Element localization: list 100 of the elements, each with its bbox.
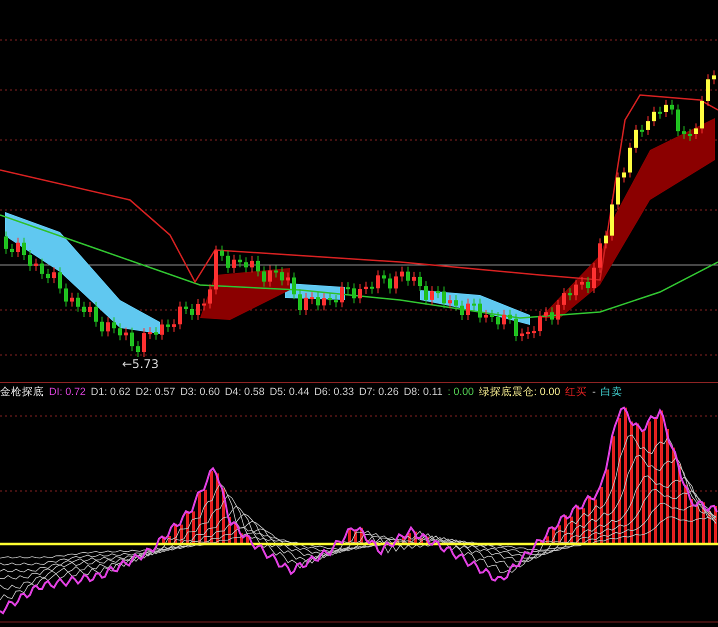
candlestick: [508, 309, 512, 324]
candlestick: [316, 292, 320, 311]
candlestick: [700, 95, 704, 134]
candlestick: [70, 292, 74, 308]
candlestick: [460, 300, 464, 321]
candlestick: [208, 284, 212, 310]
candlestick: [544, 306, 548, 322]
candlestick: [40, 258, 44, 280]
candlestick: [346, 282, 350, 295]
candlestick: [586, 276, 590, 294]
candlestick: [280, 266, 284, 286]
indicator-value: D2: 0.57: [135, 386, 176, 398]
candlestick: [664, 99, 668, 118]
candlestick: [184, 301, 188, 314]
candlestick: [550, 306, 554, 326]
candlestick: [448, 294, 452, 309]
candlestick: [436, 286, 440, 299]
candlestick: [52, 266, 56, 284]
candlestick: [202, 298, 206, 312]
indicator-value: 白卖: [600, 385, 623, 399]
candlestick: [406, 266, 410, 286]
candlestick: [388, 273, 392, 294]
candlestick: [424, 280, 428, 306]
candlestick: [646, 116, 650, 136]
candlestick: [478, 298, 482, 324]
candlestick: [574, 279, 578, 301]
indicator-value: D1: 0.62: [90, 386, 130, 398]
candlestick: [706, 74, 710, 106]
candlestick: [496, 312, 500, 330]
candlestick: [268, 265, 272, 288]
candlestick: [226, 250, 230, 274]
candlestick: [304, 292, 308, 316]
candlestick: [106, 316, 110, 337]
indicator-value: D4: 0.58: [224, 386, 265, 398]
candlestick: [58, 266, 62, 294]
candlestick: [556, 299, 560, 326]
candlestick: [148, 326, 152, 340]
candlestick: [124, 327, 128, 341]
candlestick: [484, 309, 488, 324]
candlestick: [526, 326, 530, 340]
candlestick: [154, 326, 158, 340]
candlestick: [400, 266, 404, 282]
candlestick: [292, 272, 296, 300]
candlestick: [238, 254, 242, 268]
candlestick: [4, 231, 8, 254]
indicator-value: : 0.00: [448, 386, 474, 398]
candlestick: [538, 310, 542, 337]
candlestick: [10, 243, 14, 258]
candlestick: [604, 230, 608, 249]
candlestick: [592, 262, 596, 294]
low-price-label: ←5.73: [122, 357, 159, 371]
candlestick: [358, 284, 362, 304]
candlestick: [262, 266, 266, 288]
candlestick: [640, 124, 644, 138]
candlestick: [568, 288, 572, 301]
candlestick: [328, 292, 332, 306]
candlestick: [16, 237, 20, 258]
candlestick: [514, 313, 518, 342]
candlestick: [418, 271, 422, 292]
candlestick: [334, 294, 338, 308]
candlestick: [580, 276, 584, 290]
candlestick: [172, 318, 176, 332]
candlestick: [394, 270, 398, 294]
candlestick: [682, 126, 686, 140]
candlestick: [256, 255, 260, 277]
candlestick: [250, 255, 254, 273]
candlestick: [352, 282, 356, 304]
candlestick: [628, 142, 632, 178]
candlestick: [130, 327, 134, 352]
candlestick: [658, 106, 662, 120]
candlestick: [532, 326, 536, 339]
candlestick: [382, 270, 386, 284]
candlestick: [442, 286, 446, 309]
candlestick: [466, 298, 470, 321]
candlestick: [676, 104, 680, 137]
candlestick: [634, 124, 638, 154]
indicator-value: DI: 0.72: [49, 386, 86, 398]
candlestick: [190, 303, 194, 320]
candlestick: [166, 318, 170, 332]
candlestick: [100, 316, 104, 337]
candlestick: [562, 288, 566, 310]
candlestick: [88, 301, 92, 318]
candlestick: [622, 166, 626, 183]
indicator-value: 红买: [565, 385, 588, 399]
candlestick: [220, 245, 224, 262]
candlestick: [214, 245, 218, 295]
candlestick: [112, 316, 116, 334]
candlestick: [274, 265, 278, 278]
candlestick: [232, 254, 236, 274]
candlestick: [178, 301, 182, 330]
candlestick: [520, 328, 524, 342]
candlestick: [502, 309, 506, 330]
candlestick: [670, 99, 674, 116]
indicator-name: 金枪探底: [0, 385, 44, 399]
candlestick: [22, 237, 26, 261]
candlestick: [142, 328, 146, 358]
candlestick: [28, 250, 32, 272]
candlestick: [598, 238, 602, 274]
indicator-value: -: [592, 386, 596, 398]
candlestick: [340, 282, 344, 308]
